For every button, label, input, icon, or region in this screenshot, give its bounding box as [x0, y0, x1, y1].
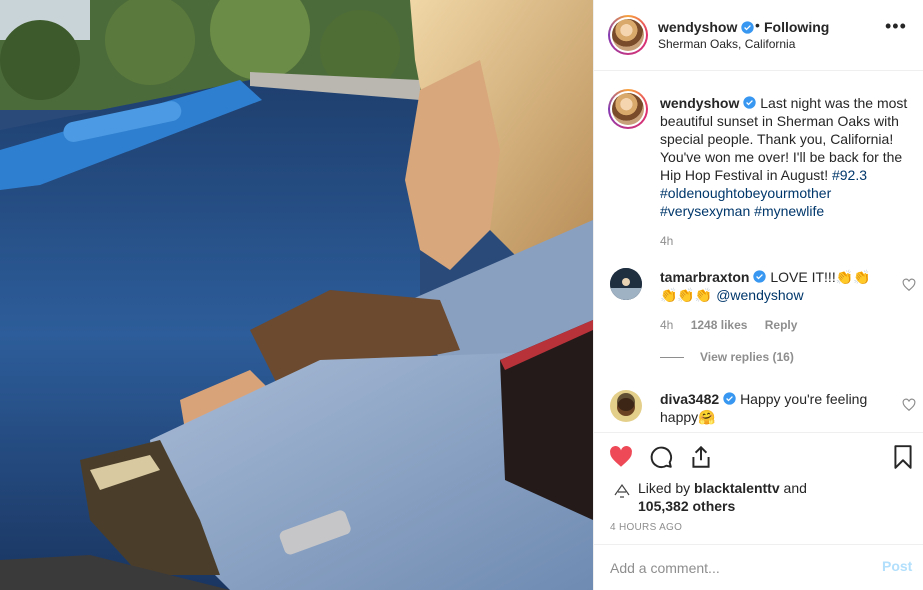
share-icon[interactable] — [688, 444, 714, 470]
hashtag-link[interactable]: #verysexyman — [660, 203, 750, 219]
verified-badge-icon — [741, 21, 754, 34]
hashtag-link[interactable]: #mynewlife — [754, 203, 824, 219]
commenter-username[interactable]: tamarbraxton — [660, 269, 749, 285]
add-comment-bar: Post — [594, 544, 923, 590]
like-heart-icon[interactable] — [608, 444, 634, 470]
photo-illustration — [0, 0, 593, 590]
author-avatar[interactable] — [608, 15, 648, 55]
post-location[interactable]: Sherman Oaks, California — [658, 37, 795, 51]
like-comment-heart-icon[interactable] — [902, 278, 916, 292]
post-details-panel: wendyshow • Following Sherman Oaks, Cali… — [593, 0, 923, 590]
caption-username[interactable]: wendyshow — [660, 95, 739, 111]
post-comment-button[interactable]: Post — [882, 558, 912, 574]
liker-avatar-icon[interactable] — [612, 481, 632, 501]
commenter-avatar[interactable] — [610, 268, 642, 300]
comment-bubble-icon[interactable] — [648, 444, 674, 470]
hashtag-link[interactable]: #92.3 — [832, 167, 867, 183]
comment-input[interactable] — [610, 557, 860, 579]
caption-avatar[interactable] — [608, 89, 648, 129]
bookmark-icon[interactable] — [890, 444, 916, 470]
post-timestamp[interactable]: 4 HOURS AGO — [610, 522, 682, 533]
clap-emoji: 👏👏 — [835, 269, 871, 285]
hug-emoji: 🤗 — [698, 409, 716, 425]
comment-body: LOVE IT!!! — [770, 269, 836, 285]
more-horizontal-icon[interactable]: ••• — [885, 17, 907, 35]
mention-link[interactable]: @wendyshow — [716, 287, 803, 303]
liked-by-prefix: Liked by — [638, 480, 691, 496]
comment-time[interactable]: 4h — [660, 318, 673, 332]
verified-badge-icon — [743, 96, 757, 109]
likes-count[interactable]: 105,382 others — [638, 498, 735, 514]
commenter-username[interactable]: diva3482 — [660, 391, 719, 407]
commenter-avatar[interactable] — [610, 390, 642, 422]
clap-emoji: 👏👏👏 — [660, 287, 713, 303]
verified-badge-icon — [753, 270, 767, 283]
liked-by-text: Liked by blacktalenttv and 105,382 other… — [638, 479, 807, 515]
post-header: wendyshow • Following Sherman Oaks, Cali… — [594, 0, 923, 71]
reply-button[interactable]: Reply — [765, 318, 798, 332]
comment-meta: 4h 1248 likes Reply — [660, 318, 811, 332]
caption-text: wendyshow Last night was the most beauti… — [660, 94, 918, 220]
liked-by-and: and — [783, 480, 807, 496]
hashtag-link[interactable]: #oldenoughtobeyourmother — [660, 185, 831, 201]
like-comment-heart-icon[interactable] — [902, 398, 916, 412]
verified-badge-icon — [723, 392, 736, 405]
caption-time[interactable]: 4h — [660, 234, 673, 248]
view-replies-label: View replies (16) — [700, 350, 794, 364]
post-photo[interactable] — [0, 0, 593, 590]
liker-username[interactable]: blacktalenttv — [694, 480, 780, 496]
following-button[interactable]: Following — [764, 19, 829, 35]
comments-list: wendyshow Last night was the most beauti… — [594, 72, 923, 432]
comment-text: diva3482 Happy you're feeling happy🤗 — [660, 390, 888, 426]
view-replies-button[interactable]: View replies (16) — [660, 350, 794, 364]
replies-divider — [660, 357, 684, 359]
comment-text: tamarbraxton LOVE IT!!!👏👏 👏👏👏 @wendyshow — [660, 268, 888, 304]
instagram-post: wendyshow • Following Sherman Oaks, Cali… — [0, 0, 923, 590]
separator-dot: • — [755, 17, 760, 33]
author-username[interactable]: wendyshow — [658, 19, 737, 35]
comment-likes[interactable]: 1248 likes — [691, 318, 748, 332]
post-actions: Liked by blacktalenttv and 105,382 other… — [594, 432, 923, 544]
